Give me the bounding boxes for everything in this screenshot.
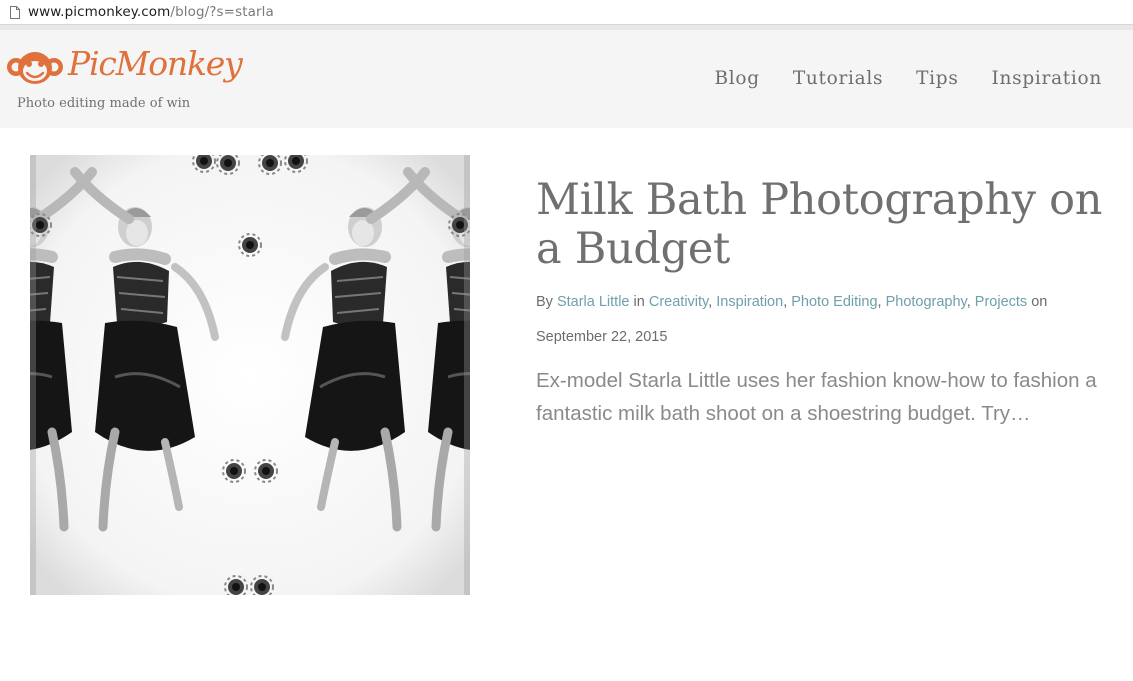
author-link[interactable]: Starla Little <box>557 294 630 310</box>
in-label: in <box>633 294 645 310</box>
post-date: September 22, 2015 <box>536 329 668 345</box>
tagline: Photo editing made of win <box>17 96 191 111</box>
picmonkey-logo[interactable]: PicMonkey <box>6 42 243 92</box>
post-meta: By Starla Little in Creativity, Inspirat… <box>536 294 1048 345</box>
url-path: /blog/?s=starla <box>170 4 274 20</box>
browser-address-bar[interactable]: www.picmonkey.com/blog/?s=starla <box>0 0 1133 25</box>
page-icon <box>10 5 20 19</box>
url-domain: www.picmonkey.com <box>28 4 171 20</box>
category-link-creativity[interactable]: Creativity <box>649 294 708 310</box>
category-link-photography[interactable]: Photography <box>886 294 967 310</box>
post-excerpt: Ex-model Starla Little uses her fashion … <box>536 369 1097 425</box>
nav-tutorials[interactable]: Tutorials <box>793 68 883 89</box>
category-link-photo-editing[interactable]: Photo Editing <box>791 294 877 310</box>
nav-blog[interactable]: Blog <box>715 68 760 89</box>
post-title[interactable]: Milk Bath Photography on a Budget <box>536 176 1116 274</box>
by-label: By <box>536 294 553 310</box>
category-link-inspiration[interactable]: Inspiration <box>716 294 783 310</box>
post-featured-image[interactable] <box>30 155 470 595</box>
main-nav: Blog Tutorials Tips Inspiration <box>715 68 1102 89</box>
site-header: PicMonkey Photo editing made of win Blog… <box>0 30 1133 128</box>
monkey-face-icon <box>7 52 63 84</box>
nav-tips[interactable]: Tips <box>916 68 958 89</box>
logo-text: PicMonkey <box>68 44 243 83</box>
on-label: on <box>1031 294 1048 310</box>
url-text[interactable]: www.picmonkey.com/blog/?s=starla <box>28 4 274 20</box>
category-link-projects[interactable]: Projects <box>975 294 1027 310</box>
milk-bath-photo <box>30 155 470 595</box>
nav-inspiration[interactable]: Inspiration <box>992 68 1102 89</box>
